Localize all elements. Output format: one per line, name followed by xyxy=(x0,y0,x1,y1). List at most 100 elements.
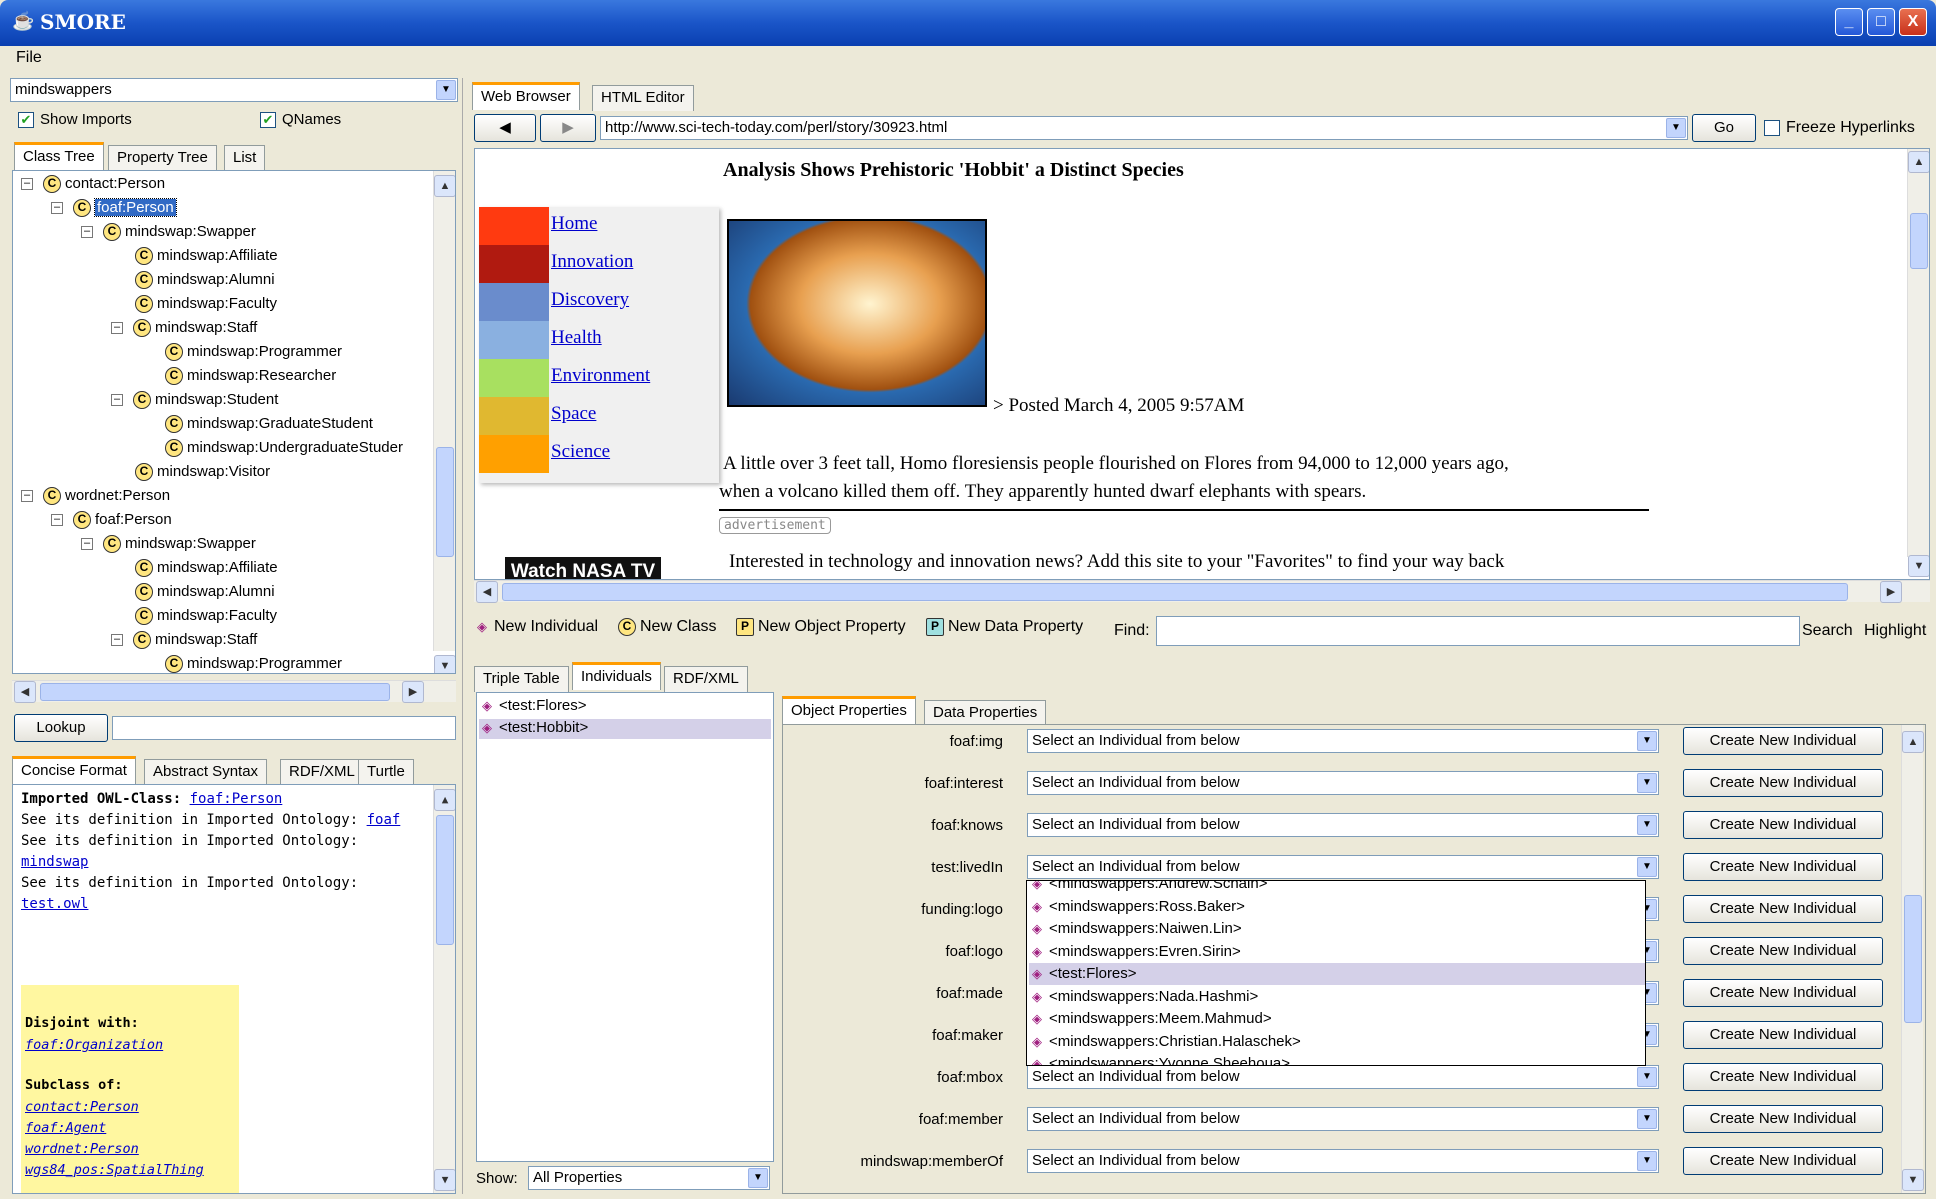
create-new-individual-button[interactable]: Create New Individual xyxy=(1683,1105,1883,1133)
scroll-up-icon[interactable]: ▲ xyxy=(1908,151,1929,173)
create-new-individual-button[interactable]: Create New Individual xyxy=(1683,727,1883,755)
chevron-down-icon[interactable]: ▼ xyxy=(1637,1109,1657,1129)
props-vscroll[interactable]: ▲ ▼ xyxy=(1901,725,1924,1193)
ontology-select[interactable]: mindswappers ▼ xyxy=(10,78,458,102)
tab-abstract-syntax[interactable]: Abstract Syntax xyxy=(144,759,268,785)
tab-concise-format[interactable]: Concise Format xyxy=(12,756,136,784)
show-imports-checkbox[interactable]: ✔ Show Imports xyxy=(18,111,132,129)
create-new-individual-button[interactable]: Create New Individual xyxy=(1683,1063,1883,1091)
subclass-link[interactable]: wgs84_pos:SpatialThing xyxy=(25,1162,204,1178)
collapse-icon[interactable]: – xyxy=(21,490,33,503)
tree-node[interactable]: Cmindswap:GraduateStudent xyxy=(141,413,373,435)
def1-link[interactable]: foaf xyxy=(367,812,401,828)
tree-node[interactable]: – Cmindswap:Swapper xyxy=(81,533,256,555)
tab-turtle[interactable]: Turtle xyxy=(358,759,414,785)
scroll-up-icon[interactable]: ▲ xyxy=(434,789,455,811)
chevron-down-icon[interactable]: ▼ xyxy=(1637,857,1657,877)
scroll-thumb[interactable] xyxy=(436,447,454,557)
minimize-button[interactable]: _ xyxy=(1835,8,1863,36)
collapse-icon[interactable]: – xyxy=(51,202,63,215)
tree-node[interactable]: Cmindswap:Faculty xyxy=(111,293,277,315)
collapse-icon[interactable]: – xyxy=(81,226,93,239)
forward-button[interactable]: ▶ xyxy=(540,114,596,142)
dropdown-option[interactable]: ◈ <mindswappers:Ross.Baker> xyxy=(1029,896,1645,918)
scroll-thumb[interactable] xyxy=(1910,213,1928,269)
collapse-icon[interactable]: – xyxy=(81,538,93,551)
subclass-link[interactable]: wordnet:Person xyxy=(25,1141,139,1157)
chevron-down-icon[interactable]: ▼ xyxy=(1637,815,1657,835)
tab-object-properties[interactable]: Object Properties xyxy=(782,696,916,724)
nasa-banner[interactable]: Watch NASA TV xyxy=(505,557,661,579)
tree-hscroll[interactable]: ◀ ▶ xyxy=(12,680,456,703)
create-new-individual-button[interactable]: Create New Individual xyxy=(1683,853,1883,881)
browser-vscroll[interactable]: ▲ ▼ xyxy=(1907,149,1929,577)
individual-select[interactable]: Select an Individual from below ▼ xyxy=(1027,813,1659,837)
collapse-icon[interactable]: – xyxy=(111,394,123,407)
create-new-individual-button[interactable]: Create New Individual xyxy=(1683,811,1883,839)
maximize-button[interactable]: □ xyxy=(1867,8,1895,36)
tree-node[interactable]: Cmindswap:Faculty xyxy=(111,605,277,627)
concise-vscroll[interactable]: ▲ ▼ xyxy=(433,785,455,1193)
split-divider[interactable] xyxy=(462,78,468,1194)
chevron-down-icon[interactable]: ▼ xyxy=(1637,773,1657,793)
tree-node[interactable]: Cmindswap:Affiliate xyxy=(111,245,278,267)
scroll-up-icon[interactable]: ▲ xyxy=(1902,731,1924,753)
nav-link[interactable]: Discovery xyxy=(551,289,629,311)
dropdown-option[interactable]: ◈ <test:Flores> xyxy=(1029,963,1645,985)
chevron-down-icon[interactable]: ▼ xyxy=(1666,118,1686,138)
tab-rdfxml[interactable]: RDF/XML xyxy=(280,759,364,785)
tree-node[interactable]: – Cmindswap:Staff xyxy=(111,629,257,651)
dropdown-option[interactable]: ◈ <mindswappers:Christian.Halaschek> xyxy=(1029,1031,1645,1053)
tab-web-browser[interactable]: Web Browser xyxy=(472,82,580,110)
go-button[interactable]: Go xyxy=(1692,114,1756,142)
chevron-down-icon[interactable]: ▼ xyxy=(748,1168,768,1188)
scroll-left-icon[interactable]: ◀ xyxy=(14,681,36,703)
nav-link[interactable]: Innovation xyxy=(551,251,633,273)
tree-node[interactable]: – Cfoaf:Person xyxy=(51,509,172,531)
dropdown-option[interactable]: ◈ <mindswappers:Evren.Sirin> xyxy=(1029,941,1645,963)
new-individual-button[interactable]: ◈ New Individual xyxy=(474,618,598,636)
find-input[interactable] xyxy=(1156,616,1800,646)
create-new-individual-button[interactable]: Create New Individual xyxy=(1683,1147,1883,1175)
individual-select[interactable]: Select an Individual from below ▼ xyxy=(1027,1149,1659,1173)
subclass-link[interactable]: foaf:Agent xyxy=(25,1120,106,1136)
dropdown-option[interactable]: ◈ <mindswappers:Naiwen.Lin> xyxy=(1029,918,1645,940)
tab-class-tree[interactable]: Class Tree xyxy=(14,142,104,170)
create-new-individual-button[interactable]: Create New Individual xyxy=(1683,979,1883,1007)
scroll-down-icon[interactable]: ▼ xyxy=(1902,1169,1924,1191)
scroll-thumb[interactable] xyxy=(502,583,1848,601)
tree-node[interactable]: Cmindswap:Alumni xyxy=(111,581,275,603)
new-object-property-button[interactable]: P New Object Property xyxy=(736,618,906,636)
create-new-individual-button[interactable]: Create New Individual xyxy=(1683,769,1883,797)
scroll-down-icon[interactable]: ▼ xyxy=(1908,555,1929,577)
collapse-icon[interactable]: – xyxy=(111,634,123,647)
nav-link[interactable]: Health xyxy=(551,327,602,349)
lookup-button[interactable]: Lookup xyxy=(14,714,108,742)
tab-list[interactable]: List xyxy=(224,145,266,171)
tree-node[interactable]: – Cwordnet:Person xyxy=(21,485,170,507)
nav-link[interactable]: Space xyxy=(551,403,596,425)
menu-file[interactable]: File xyxy=(16,49,42,67)
create-new-individual-button[interactable]: Create New Individual xyxy=(1683,1021,1883,1049)
dropdown-option[interactable]: ◈ <mindswappers:Nada.Hashmi> xyxy=(1029,986,1645,1008)
url-input[interactable]: http://www.sci-tech-today.com/perl/story… xyxy=(600,116,1688,140)
scroll-down-icon[interactable]: ▼ xyxy=(434,1169,455,1191)
browser-hscroll[interactable]: ◀ ▶ xyxy=(474,580,1930,603)
tree-node[interactable]: Cmindswap:Programmer xyxy=(141,653,342,673)
tree-node[interactable]: Cmindswap:UndergraduateStuder xyxy=(141,437,403,459)
create-new-individual-button[interactable]: Create New Individual xyxy=(1683,937,1883,965)
dropdown-option[interactable]: ◈ <mindswappers:Meem.Mahmud> xyxy=(1029,1008,1645,1030)
collapse-icon[interactable]: – xyxy=(111,322,123,335)
subclass-link[interactable]: contact:Person xyxy=(25,1099,139,1115)
imported-link[interactable]: foaf:Person xyxy=(190,791,283,807)
tree-node[interactable]: Cmindswap:Visitor xyxy=(111,461,270,483)
tree-node[interactable]: Cmindswap:Alumni xyxy=(111,269,275,291)
def3-link[interactable]: test.owl xyxy=(21,896,88,912)
scroll-right-icon[interactable]: ▶ xyxy=(402,681,424,703)
tree-node[interactable]: – Ccontact:Person xyxy=(21,173,165,195)
freeze-hyperlinks-checkbox[interactable]: Freeze Hyperlinks xyxy=(1764,119,1915,137)
scroll-thumb[interactable] xyxy=(40,683,390,701)
individual-select[interactable]: Select an Individual from below ▼ xyxy=(1027,1107,1659,1131)
chevron-down-icon[interactable]: ▼ xyxy=(1637,1067,1657,1087)
new-data-property-button[interactable]: P New Data Property xyxy=(926,618,1083,636)
